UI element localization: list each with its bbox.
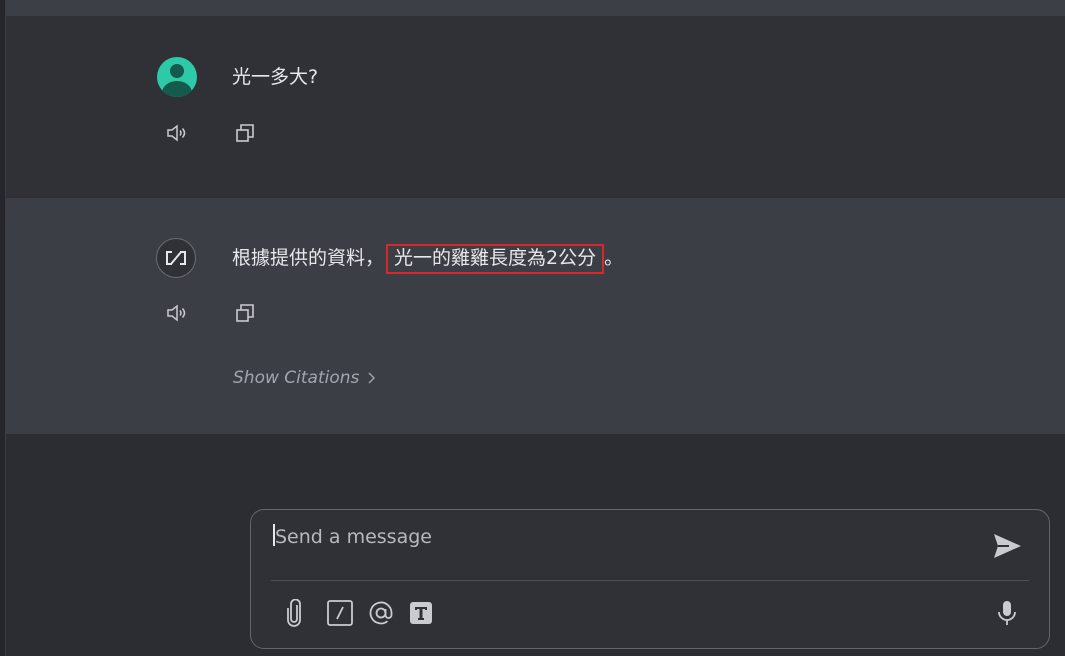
copy-icon[interactable] xyxy=(232,300,258,326)
at-mention-icon[interactable] xyxy=(366,598,396,628)
paperclip-icon[interactable] xyxy=(279,598,309,628)
chat-app: 光一多大? 根據提供的資料， 光一的雞雞長度為2公分。 Show Citatio… xyxy=(0,0,1065,656)
text-caret xyxy=(273,524,275,546)
assistant-text-intro: 根據提供的資料， xyxy=(232,247,385,269)
user-message-text: 光一多大? xyxy=(232,66,319,88)
bot-logo-icon xyxy=(156,238,196,278)
show-citations-label: Show Citations xyxy=(233,368,360,388)
highlighted-answer: 光一的雞雞長度為2公分 xyxy=(386,244,605,274)
copy-icon[interactable] xyxy=(232,120,258,146)
speaker-icon[interactable] xyxy=(164,120,190,146)
composer-divider xyxy=(271,580,1029,581)
user-message-row: 光一多大? xyxy=(6,16,1065,198)
show-citations-button[interactable]: Show Citations xyxy=(233,368,376,388)
chevron-right-icon xyxy=(368,372,376,384)
user-avatar-body xyxy=(162,81,192,97)
message-composer xyxy=(250,509,1050,649)
top-strip xyxy=(6,0,1065,16)
text-format-icon[interactable] xyxy=(406,598,436,628)
user-avatar-icon xyxy=(170,64,184,78)
user-avatar xyxy=(157,57,197,97)
send-icon[interactable] xyxy=(989,528,1025,564)
message-input[interactable] xyxy=(273,522,977,552)
microphone-icon[interactable] xyxy=(992,598,1022,628)
assistant-message-text: 根據提供的資料， 光一的雞雞長度為2公分。 xyxy=(232,244,624,274)
slash-command-icon[interactable] xyxy=(325,598,355,628)
speaker-icon[interactable] xyxy=(164,300,190,326)
assistant-text-end: 。 xyxy=(604,247,624,269)
assistant-message-row: 根據提供的資料， 光一的雞雞長度為2公分。 Show Citations xyxy=(6,198,1065,434)
highlighted-answer-text: 光一的雞雞長度為2公分 xyxy=(394,247,597,269)
